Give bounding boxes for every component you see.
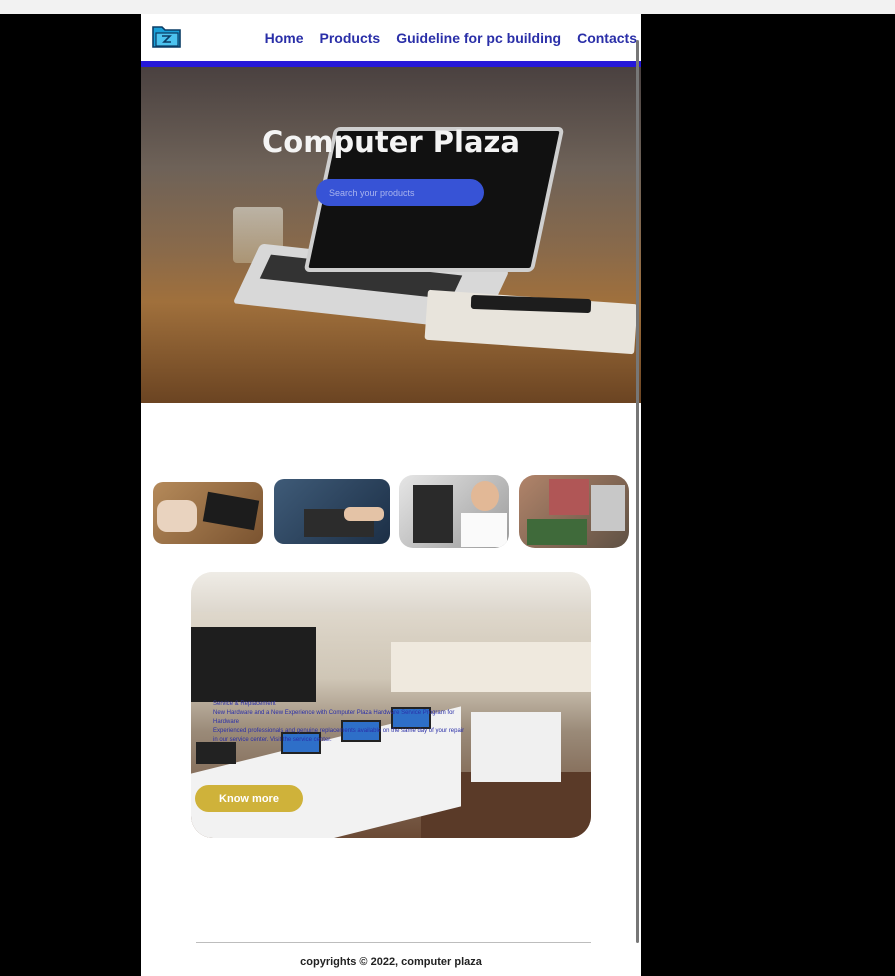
store-caption: Service & Replacement New Hardware and a… (213, 700, 553, 745)
browser-top-strip (0, 0, 895, 14)
thumbnail-repair-2[interactable] (274, 479, 390, 544)
hero-title: Computer Plaza (262, 125, 520, 159)
nav-products[interactable]: Products (320, 30, 381, 46)
caption-line: Service & Replacement (213, 701, 276, 707)
caption-line: New Hardware and a New Experience with C… (213, 710, 455, 716)
nav-guideline[interactable]: Guideline for pc building (396, 30, 561, 46)
store-showcase-image: Service & Replacement New Hardware and a… (191, 572, 591, 838)
page-scrollbar[interactable] (636, 40, 639, 943)
caption-line: Experienced professionals and genuine re… (213, 728, 465, 734)
main-menu: Home Products Guideline for pc building … (265, 30, 637, 46)
caption-line: Hardware (213, 719, 240, 725)
web-page: Home Products Guideline for pc building … (141, 14, 641, 976)
thumbnail-repair-3[interactable] (399, 475, 509, 548)
thumbnail-repair-4[interactable] (519, 475, 629, 548)
hero-banner: Computer Plaza (141, 67, 641, 403)
search-input[interactable] (316, 179, 484, 206)
folder-logo-icon[interactable] (152, 23, 182, 49)
caption-line: in our service center. Visit the service… (213, 737, 332, 743)
thumbnail-repair-1[interactable] (153, 482, 263, 544)
know-more-button[interactable]: Know more (195, 785, 303, 812)
navbar: Home Products Guideline for pc building … (141, 14, 641, 61)
nav-home[interactable]: Home (265, 30, 304, 46)
footer-copyright: copyrights © 2022, computer plaza (300, 956, 482, 968)
footer-divider (196, 942, 591, 943)
nav-contacts[interactable]: Contacts (577, 30, 637, 46)
